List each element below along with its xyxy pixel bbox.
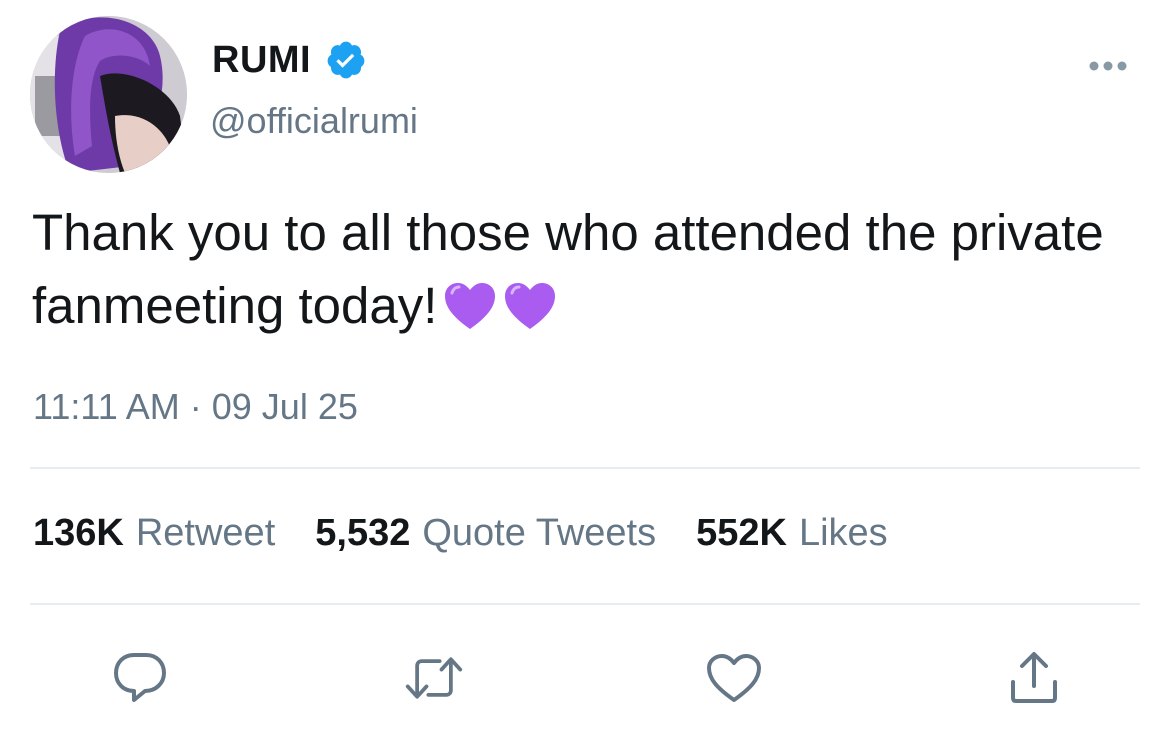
purple-heart-icon: [445, 283, 496, 329]
more-options-icon[interactable]: [1084, 54, 1132, 78]
tweet-text-content: Thank you to all those who attended the …: [32, 204, 1104, 334]
like-button[interactable]: [704, 648, 764, 708]
retweets-stat[interactable]: 136K Retweet: [33, 512, 275, 555]
reply-icon: [114, 653, 166, 702]
reply-button[interactable]: [110, 648, 170, 708]
user-handle[interactable]: @officialrumi: [210, 100, 418, 142]
verified-badge-icon: [327, 41, 365, 79]
quotes-stat[interactable]: 5,532 Quote Tweets: [315, 512, 656, 555]
tweet-stats: 136K Retweet 5,532 Quote Tweets 552K Lik…: [33, 512, 928, 555]
like-icon: [707, 654, 761, 702]
retweets-label: Retweet: [135, 512, 276, 554]
display-name-row: RUMI: [212, 34, 367, 86]
retweets-count: 136K: [33, 512, 124, 554]
tweet-card: RUMI @officialrumi Thank you to all thos…: [0, 0, 1170, 741]
tweet-text: Thank you to all those who attended the …: [32, 196, 1132, 342]
share-button[interactable]: [1004, 648, 1064, 708]
likes-count: 552K: [696, 512, 787, 554]
share-icon: [1011, 652, 1057, 703]
avatar[interactable]: [30, 16, 187, 173]
display-name[interactable]: RUMI: [212, 39, 311, 82]
quotes-label: Quote Tweets: [422, 512, 657, 554]
divider: [30, 467, 1140, 469]
likes-stat[interactable]: 552K Likes: [696, 512, 888, 555]
tweet-timestamp[interactable]: 11:11 AM · 09 Jul 25: [33, 386, 358, 428]
purple-heart-icon: [505, 283, 556, 329]
retweet-icon: [405, 657, 463, 699]
quotes-count: 5,532: [315, 512, 411, 554]
divider: [30, 603, 1140, 605]
retweet-button[interactable]: [404, 648, 464, 708]
likes-label: Likes: [798, 512, 888, 554]
